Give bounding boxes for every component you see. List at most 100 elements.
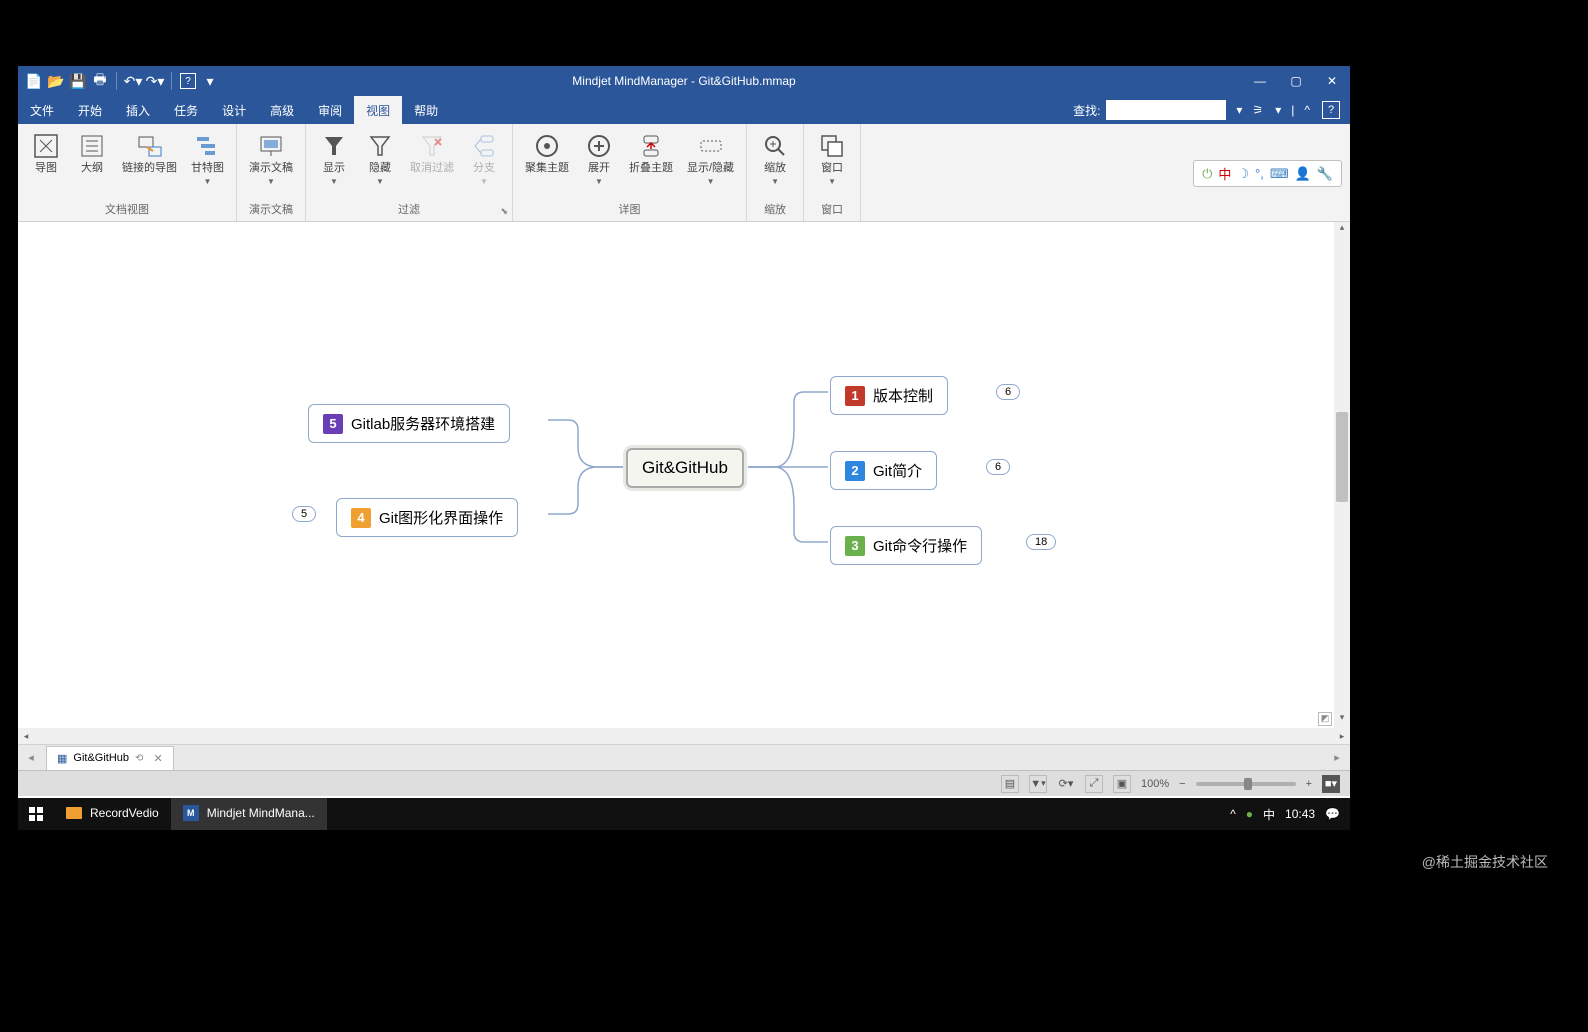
menu-item-8[interactable]: 帮助 xyxy=(402,96,450,124)
print-icon[interactable]: 🖶 xyxy=(92,73,108,89)
ribbon-button-filter-hide[interactable]: 隐藏▼ xyxy=(358,128,402,199)
tray-status-icon[interactable]: ● xyxy=(1246,807,1253,821)
menu-item-6[interactable]: 审阅 xyxy=(306,96,354,124)
canvas[interactable]: Git&GitHub 5 Gitlab服务器环境搭建 4 Git图形化界面操作 … xyxy=(18,222,1350,744)
ribbon-button-linkedmap[interactable]: 链接的导图 xyxy=(116,128,183,199)
tray-clock[interactable]: 10:43 xyxy=(1285,807,1315,821)
save-icon[interactable]: 💾 xyxy=(70,73,86,89)
mindmap-root-node[interactable]: Git&GitHub xyxy=(626,448,744,488)
mindmap-node-right-2[interactable]: 3 Git命令行操作 xyxy=(830,526,982,565)
tray-ime-indicator[interactable]: 中 xyxy=(1263,806,1275,823)
scroll-up-icon[interactable]: ▴ xyxy=(1334,222,1350,238)
node-count-pill[interactable]: 5 xyxy=(292,506,316,522)
undo-icon[interactable]: ↶▾ xyxy=(125,73,141,89)
zoom-slider[interactable] xyxy=(1196,782,1296,786)
start-button[interactable] xyxy=(18,798,54,830)
horizontal-scrollbar[interactable]: ◂ ▸ xyxy=(18,728,1350,744)
ime-keyboard-icon[interactable]: ⌨ xyxy=(1270,166,1289,182)
ime-lang-indicator[interactable]: 中 xyxy=(1218,164,1231,183)
menu-item-4[interactable]: 设计 xyxy=(210,96,258,124)
ribbon-button-zoom[interactable]: 缩放▼ xyxy=(753,128,797,199)
ribbon-button-gantt[interactable]: 甘特图▼ xyxy=(185,128,230,199)
ime-user-icon[interactable]: 👤 xyxy=(1295,166,1311,182)
menu-item-0[interactable]: 文件 xyxy=(18,96,66,124)
ribbon-button-collapse[interactable]: 折叠主题 xyxy=(623,128,679,199)
ribbon-button-label: 聚集主题 xyxy=(525,162,569,175)
ribbon-button-map[interactable]: 导图 xyxy=(24,128,68,199)
ribbon-collapse-icon[interactable]: ▾ xyxy=(1275,103,1281,117)
menu-item-3[interactable]: 任务 xyxy=(162,96,210,124)
ribbon-button-outline[interactable]: 大纲 xyxy=(70,128,114,199)
tab-nav-right-icon[interactable]: ▸ xyxy=(1328,751,1346,764)
node-count-pill[interactable]: 18 xyxy=(1026,534,1056,550)
ribbon-button-presentation[interactable]: 演示文稿▼ xyxy=(243,128,299,199)
ribbon-up-icon[interactable]: ^ xyxy=(1304,103,1310,117)
map-icon xyxy=(32,132,60,160)
maximize-button[interactable]: ▢ xyxy=(1278,66,1314,96)
zoom-out-button[interactable]: − xyxy=(1179,778,1185,790)
menu-item-2[interactable]: 插入 xyxy=(114,96,162,124)
tab-close-icon[interactable]: ✕ xyxy=(153,752,162,765)
tray-notifications-icon[interactable]: 💬 xyxy=(1325,807,1340,821)
scroll-right-icon[interactable]: ▸ xyxy=(1334,728,1350,744)
tray-chevron-icon[interactable]: ^ xyxy=(1230,807,1236,821)
status-filter-icon[interactable]: ▼▾ xyxy=(1029,775,1047,793)
help-icon[interactable]: ? xyxy=(180,73,196,89)
document-tabs-bar: ◂ ▦ Git&GitHub ⟲ ✕ ▸ xyxy=(18,744,1350,770)
ime-punct-icon[interactable]: °, xyxy=(1255,166,1264,181)
dialog-launcher-icon[interactable]: ⬊ xyxy=(500,206,508,217)
close-button[interactable]: ✕ xyxy=(1314,66,1350,96)
taskbar-item-1[interactable]: M Mindjet MindMana... xyxy=(171,798,327,830)
search-options-icon[interactable]: ⚞ xyxy=(1252,103,1263,117)
mindmap-node-left-0[interactable]: 5 Gitlab服务器环境搭建 xyxy=(308,404,510,443)
status-fitwin-icon[interactable]: ▣ xyxy=(1113,775,1131,793)
ribbon-button-focus[interactable]: 聚集主题 xyxy=(519,128,575,199)
menu-item-7[interactable]: 视图 xyxy=(354,96,402,124)
search-label: 查找: xyxy=(1073,102,1100,119)
vertical-scrollbar[interactable]: ▴ ▾ xyxy=(1334,222,1350,728)
document-tab[interactable]: ▦ Git&GitHub ⟲ ✕ xyxy=(46,746,174,770)
minimize-button[interactable]: — xyxy=(1242,66,1278,96)
status-refresh-icon[interactable]: ⟳▾ xyxy=(1057,775,1075,793)
resize-handle-icon[interactable]: ◩ xyxy=(1318,712,1332,726)
ime-moon-icon[interactable]: ☽ xyxy=(1237,166,1249,182)
status-fit-icon[interactable]: ⤢ xyxy=(1085,775,1103,793)
node-count-pill[interactable]: 6 xyxy=(986,459,1010,475)
status-view-icon[interactable]: ▤ xyxy=(1001,775,1019,793)
tab-refresh-icon[interactable]: ⟲ xyxy=(135,753,143,764)
scroll-down-icon[interactable]: ▾ xyxy=(1334,712,1350,728)
menu-item-5[interactable]: 高级 xyxy=(258,96,306,124)
status-fullscreen-icon[interactable]: ■▾ xyxy=(1322,775,1340,793)
menu-item-1[interactable]: 开始 xyxy=(66,96,114,124)
ribbon-button-expand[interactable]: 展开▼ xyxy=(577,128,621,199)
node-count-pill[interactable]: 6 xyxy=(996,384,1020,400)
search-dropdown-icon[interactable]: ▾ xyxy=(1236,103,1242,117)
mindmap-node-right-1[interactable]: 2 Git简介 xyxy=(830,451,937,490)
zoom-in-button[interactable]: + xyxy=(1306,778,1312,790)
taskbar-item-0[interactable]: RecordVedio xyxy=(54,798,171,830)
new-file-icon[interactable]: 📄 xyxy=(26,73,42,89)
search-area: 查找: ▾ ⚞ ▾ | ^ ? xyxy=(1073,100,1340,120)
open-file-icon[interactable]: 📂 xyxy=(48,73,64,89)
ime-settings-icon[interactable]: 🔧 xyxy=(1317,166,1333,182)
redo-icon[interactable]: ↷▾ xyxy=(147,73,163,89)
gantt-icon xyxy=(194,132,222,160)
ime-power-icon[interactable]: ⏻ xyxy=(1202,166,1212,182)
help-button[interactable]: ? xyxy=(1322,101,1340,119)
tab-nav-left-icon[interactable]: ◂ xyxy=(22,751,40,764)
scroll-left-icon[interactable]: ◂ xyxy=(18,728,34,744)
scroll-thumb[interactable] xyxy=(1336,412,1348,502)
zoom-slider-knob[interactable] xyxy=(1244,778,1252,790)
ribbon-button-filter-show[interactable]: 显示▼ xyxy=(312,128,356,199)
qat-more-icon[interactable]: ▾ xyxy=(202,73,218,89)
ribbon-button-toggle-visibility[interactable]: 显示/隐藏▼ xyxy=(681,128,740,199)
search-input[interactable] xyxy=(1106,100,1226,120)
ime-toolbar[interactable]: ⏻ 中 ☽ °, ⌨ 👤 🔧 xyxy=(1193,160,1342,187)
ribbon-group-5: 窗口▼窗口 xyxy=(804,124,861,221)
ribbon-group-label: 窗口 xyxy=(810,199,854,221)
mindmap-node-right-0[interactable]: 1 版本控制 xyxy=(830,376,948,415)
system-tray: ^ ● 中 10:43 💬 xyxy=(1220,806,1350,823)
ribbon-button-windows[interactable]: 窗口▼ xyxy=(810,128,854,199)
ribbon-button-label: 甘特图 xyxy=(191,162,224,175)
mindmap-node-left-1[interactable]: 4 Git图形化界面操作 xyxy=(336,498,518,537)
